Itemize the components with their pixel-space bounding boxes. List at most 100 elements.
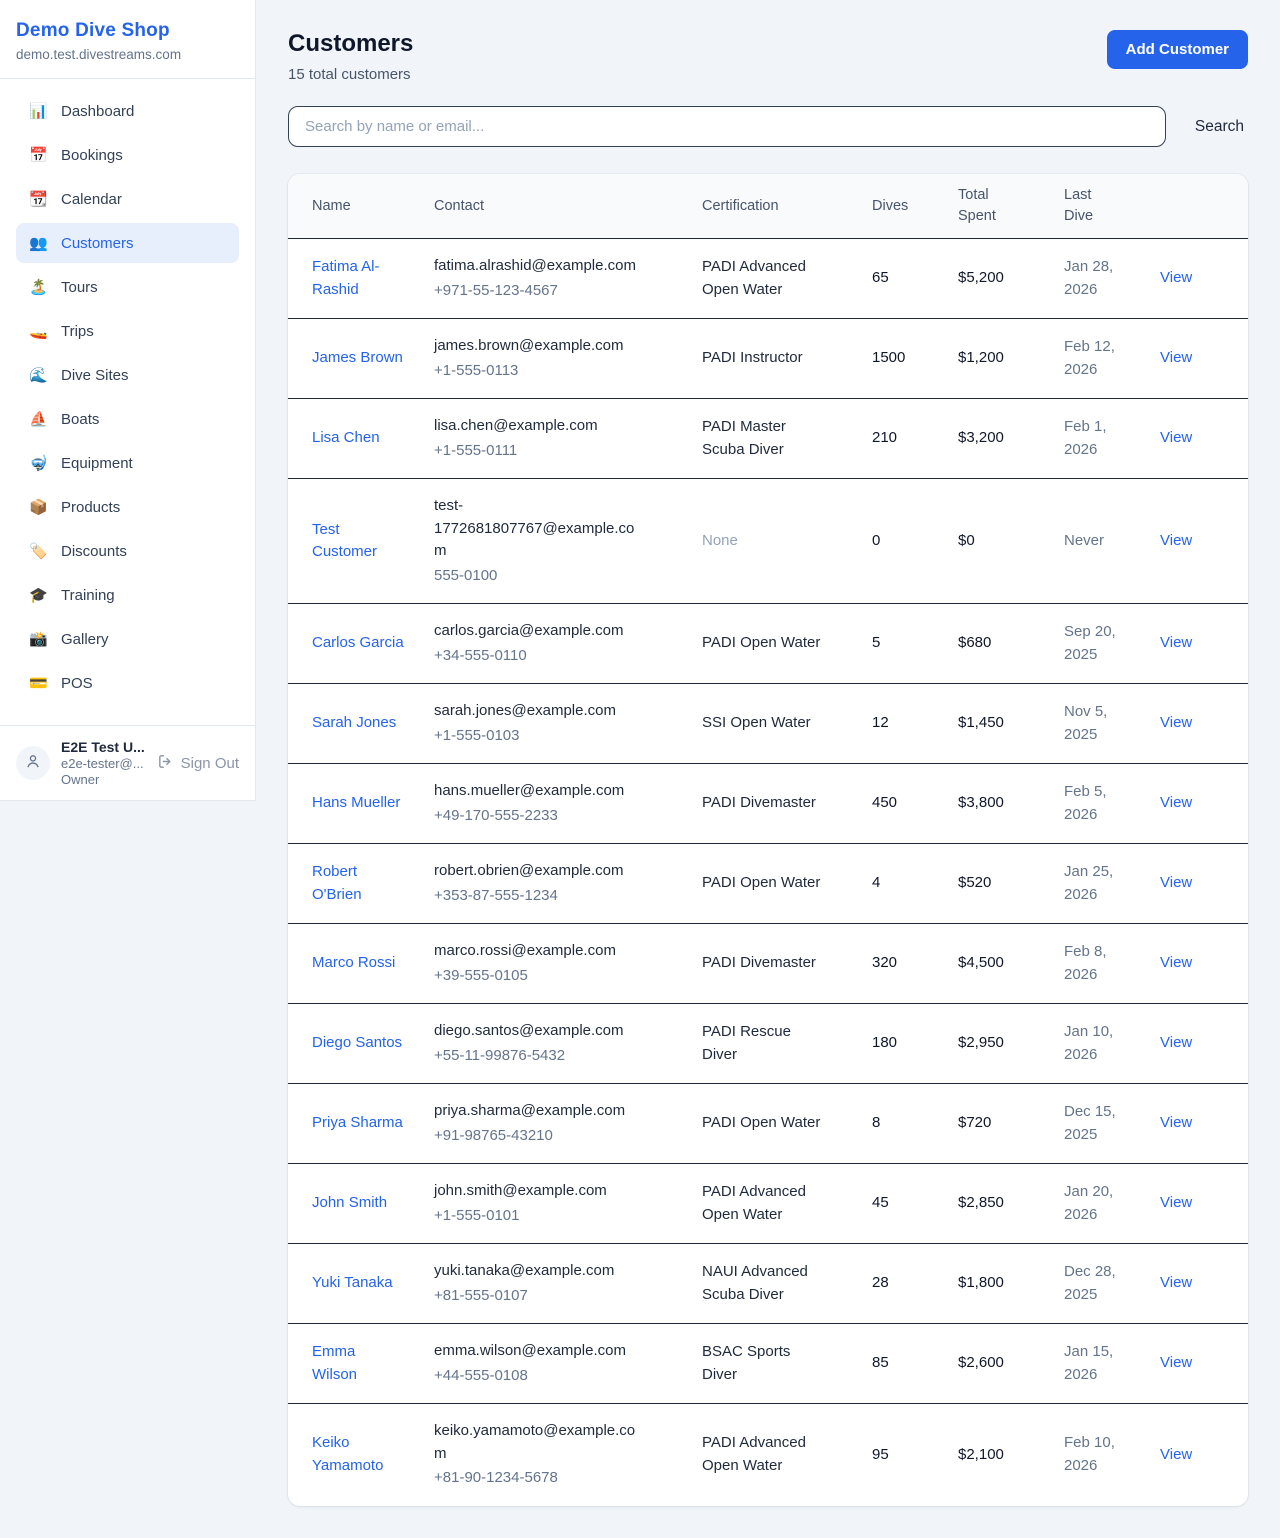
sidebar-item-calendar[interactable]: 📆Calendar xyxy=(16,179,239,219)
customer-name-link[interactable]: Diego Santos xyxy=(312,1032,402,1055)
sidebar: Demo Dive Shop demo.test.divestreams.com… xyxy=(0,0,256,801)
sidebar-item-label: Dashboard xyxy=(61,103,134,120)
contact-cell: marco.rossi@example.com+39-555-0105 xyxy=(434,924,702,1004)
shop-name: Demo Dive Shop xyxy=(16,20,239,42)
avatar xyxy=(16,746,50,780)
column-header-last-dive: Last Dive xyxy=(1064,174,1160,239)
customer-name-cell: Fatima Al-Rashid xyxy=(288,239,434,319)
dives-cell: 12 xyxy=(872,684,958,764)
customer-name-link[interactable]: Marco Rossi xyxy=(312,952,395,975)
view-link[interactable]: View xyxy=(1160,794,1192,811)
sidebar-item-label: Bookings xyxy=(61,147,123,164)
customer-name-link[interactable]: Carlos Garcia xyxy=(312,632,404,655)
customer-name-cell: Lisa Chen xyxy=(288,399,434,479)
sidebar-item-dive-sites[interactable]: 🌊Dive Sites xyxy=(16,355,239,395)
contact-cell: sarah.jones@example.com+1-555-0103 xyxy=(434,684,702,764)
add-customer-button[interactable]: Add Customer xyxy=(1107,30,1248,69)
view-link[interactable]: View xyxy=(1160,1446,1192,1463)
view-link[interactable]: View xyxy=(1160,634,1192,651)
last-dive-value: Jan 25, 2026 xyxy=(1064,861,1128,906)
last-dive-value: Dec 28, 2025 xyxy=(1064,1261,1128,1306)
sidebar-item-bookings[interactable]: 📅Bookings xyxy=(16,135,239,175)
column-header-contact: Contact xyxy=(434,174,702,239)
last-dive-cell: Feb 1, 2026 xyxy=(1064,399,1160,479)
view-link[interactable]: View xyxy=(1160,1274,1192,1291)
view-link[interactable]: View xyxy=(1160,532,1192,549)
sidebar-item-pos[interactable]: 💳POS xyxy=(16,663,239,703)
search-input[interactable] xyxy=(288,106,1166,147)
dives-cell: 45 xyxy=(872,1164,958,1244)
customer-name-link[interactable]: Yuki Tanaka xyxy=(312,1272,393,1295)
customer-name-link[interactable]: Hans Mueller xyxy=(312,792,400,815)
sidebar-nav: 📊Dashboard📅Bookings📆Calendar👥Customers🏝️… xyxy=(0,79,255,725)
customer-name-link[interactable]: Keiko Yamamoto xyxy=(312,1432,404,1477)
view-link[interactable]: View xyxy=(1160,1034,1192,1051)
certification-value: PADI Instructor xyxy=(702,347,824,370)
certification-cell: PADI Rescue Diver xyxy=(702,1004,872,1084)
sign-out-button[interactable]: Sign Out xyxy=(157,753,239,774)
view-link[interactable]: View xyxy=(1160,874,1192,891)
view-link[interactable]: View xyxy=(1160,269,1192,286)
sidebar-item-training[interactable]: 🎓Training xyxy=(16,575,239,615)
customer-name-link[interactable]: John Smith xyxy=(312,1192,387,1215)
customer-name-link[interactable]: Priya Sharma xyxy=(312,1112,403,1135)
calendar-icon: 📆 xyxy=(29,190,48,208)
customer-name-cell: Test Customer xyxy=(288,479,434,604)
action-cell: View xyxy=(1160,399,1248,479)
customer-email: diego.santos@example.com xyxy=(434,1020,646,1043)
total-spent-cell: $3,200 xyxy=(958,399,1064,479)
customer-name-link[interactable]: Sarah Jones xyxy=(312,712,396,735)
search-button[interactable]: Search xyxy=(1191,118,1248,136)
column-header-action xyxy=(1160,174,1248,239)
sidebar-item-trips[interactable]: 🚤Trips xyxy=(16,311,239,351)
last-dive-value: Feb 1, 2026 xyxy=(1064,416,1128,461)
customer-phone: +91-98765-43210 xyxy=(434,1125,692,1148)
dives-cell: 180 xyxy=(872,1004,958,1084)
customer-name-link[interactable]: Emma Wilson xyxy=(312,1341,404,1386)
customer-name-cell: Sarah Jones xyxy=(288,684,434,764)
sidebar-item-boats[interactable]: ⛵Boats xyxy=(16,399,239,439)
sidebar-item-products[interactable]: 📦Products xyxy=(16,487,239,527)
sidebar-item-discounts[interactable]: 🏷️Discounts xyxy=(16,531,239,571)
customer-name-link[interactable]: Lisa Chen xyxy=(312,427,380,450)
sidebar-item-dashboard[interactable]: 📊Dashboard xyxy=(16,91,239,131)
customer-name-cell: Carlos Garcia xyxy=(288,604,434,684)
dives-cell: 65 xyxy=(872,239,958,319)
view-link[interactable]: View xyxy=(1160,1114,1192,1131)
customer-email: carlos.garcia@example.com xyxy=(434,620,646,643)
sidebar-item-customers[interactable]: 👥Customers xyxy=(16,223,239,263)
sidebar-item-equipment[interactable]: 🤿Equipment xyxy=(16,443,239,483)
table-row: Diego Santos diego.santos@example.com+55-… xyxy=(288,1004,1248,1084)
view-link[interactable]: View xyxy=(1160,1194,1192,1211)
sidebar-item-gallery[interactable]: 📸Gallery xyxy=(16,619,239,659)
view-link[interactable]: View xyxy=(1160,349,1192,366)
column-header-name: Name xyxy=(288,174,434,239)
total-spent-cell: $1,800 xyxy=(958,1244,1064,1324)
column-header-total-spent: Total Spent xyxy=(958,174,1064,239)
action-cell: View xyxy=(1160,1324,1248,1404)
action-cell: View xyxy=(1160,924,1248,1004)
view-link[interactable]: View xyxy=(1160,1354,1192,1371)
contact-cell: hans.mueller@example.com+49-170-555-2233 xyxy=(434,764,702,844)
customer-name-link[interactable]: James Brown xyxy=(312,347,403,370)
view-link[interactable]: View xyxy=(1160,429,1192,446)
sign-out-label: Sign Out xyxy=(181,755,239,772)
view-link[interactable]: View xyxy=(1160,954,1192,971)
contact-cell: diego.santos@example.com+55-11-99876-543… xyxy=(434,1004,702,1084)
sidebar-item-label: Equipment xyxy=(61,455,133,472)
view-link[interactable]: View xyxy=(1160,714,1192,731)
customer-name-link[interactable]: Robert O'Brien xyxy=(312,861,404,906)
customer-name-link[interactable]: Fatima Al-Rashid xyxy=(312,256,404,301)
last-dive-value: Feb 5, 2026 xyxy=(1064,781,1128,826)
certification-value: NAUI Advanced Scuba Diver xyxy=(702,1261,824,1306)
sidebar-item-tours[interactable]: 🏝️Tours xyxy=(16,267,239,307)
customer-name-link[interactable]: Test Customer xyxy=(312,519,404,564)
certification-cell: None xyxy=(702,479,872,604)
speedboat-icon: 🚤 xyxy=(29,322,48,340)
page-header: Customers 15 total customers Add Custome… xyxy=(288,30,1248,83)
total-spent-cell: $5,200 xyxy=(958,239,1064,319)
contact-cell: james.brown@example.com+1-555-0113 xyxy=(434,319,702,399)
action-cell: View xyxy=(1160,764,1248,844)
customer-email: sarah.jones@example.com xyxy=(434,700,646,723)
total-spent-cell: $680 xyxy=(958,604,1064,684)
